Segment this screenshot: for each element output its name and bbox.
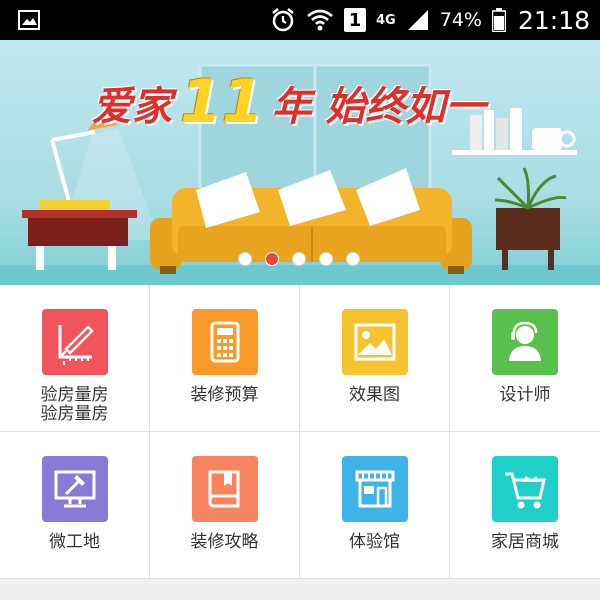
image-icon	[18, 10, 40, 30]
bottom-divider	[0, 579, 600, 600]
grid-item-designer[interactable]: 设计师	[450, 285, 600, 432]
storefront-icon	[355, 470, 394, 508]
grid-item-label: 微工地	[49, 532, 100, 552]
picture-icon	[354, 323, 395, 361]
signal-icon	[407, 10, 428, 30]
banner-title-number: 11	[180, 67, 264, 137]
carousel-dot[interactable]	[319, 252, 333, 266]
calculator-icon	[210, 321, 239, 363]
grid-item-label: 效果图	[349, 385, 400, 405]
grid-item-label: 设计师	[499, 385, 551, 405]
feature-grid: 验房量房 验房量房 装修预算 效果图 设计师 微工地 装修攻略 体验馆 家居商城	[0, 285, 600, 579]
network-type: 4G	[376, 12, 396, 28]
designer-person-icon	[509, 321, 541, 361]
carousel-dot[interactable]	[238, 252, 252, 266]
wifi-icon	[307, 9, 333, 31]
grid-item-label: 装修预算	[190, 385, 259, 405]
measure-ruler-icon	[58, 325, 94, 365]
alarm-clock-icon	[272, 8, 294, 32]
grid-item-label: 装修攻略	[190, 532, 259, 552]
banner-title-part2: 年 始终如一	[271, 84, 486, 130]
status-indicators: 1 4G 74% 21:18	[270, 0, 590, 40]
clock-time: 21:18	[517, 5, 590, 35]
shopping-cart-icon	[505, 472, 546, 509]
grid-item-label: 家居商城	[491, 532, 559, 552]
tile	[341, 309, 408, 375]
tile	[41, 456, 108, 522]
grid-item-label: 验房量房 验房量房	[40, 385, 109, 424]
grid-item-renderings[interactable]: 效果图	[300, 285, 450, 432]
grid-item-budget[interactable]: 装修预算	[150, 285, 300, 432]
carousel-indicators	[238, 252, 360, 266]
carousel-dot[interactable]	[292, 252, 306, 266]
banner-title-part1: 爱家	[92, 84, 172, 130]
promo-banner[interactable]: 爱家 11 年 始终如一	[0, 40, 600, 285]
tile	[41, 309, 108, 375]
carousel-dot-active[interactable]	[265, 252, 279, 266]
battery-percent: 74%	[439, 9, 482, 31]
grid-item-guide[interactable]: 装修攻略	[150, 432, 300, 579]
grid-item-site[interactable]: 微工地	[0, 432, 150, 579]
tile	[492, 456, 558, 522]
tile	[341, 456, 408, 522]
tile	[191, 309, 258, 375]
status-bar: 1 4G 74% 21:18	[0, 0, 600, 40]
grid-item-showroom[interactable]: 体验馆	[300, 432, 450, 579]
book-icon	[208, 470, 239, 508]
grid-item-label: 体验馆	[349, 532, 400, 552]
carousel-dot[interactable]	[346, 252, 360, 266]
grid-item-mall[interactable]: 家居商城	[450, 432, 600, 579]
tile	[492, 309, 558, 375]
monitor-hammer-icon	[54, 470, 95, 508]
battery-icon	[491, 8, 506, 32]
tile	[191, 456, 258, 522]
sim-badge: 1	[344, 8, 366, 32]
banner-title: 爱家 11 年 始终如一	[92, 62, 485, 132]
grid-item-inspection[interactable]: 验房量房 验房量房	[0, 285, 150, 432]
